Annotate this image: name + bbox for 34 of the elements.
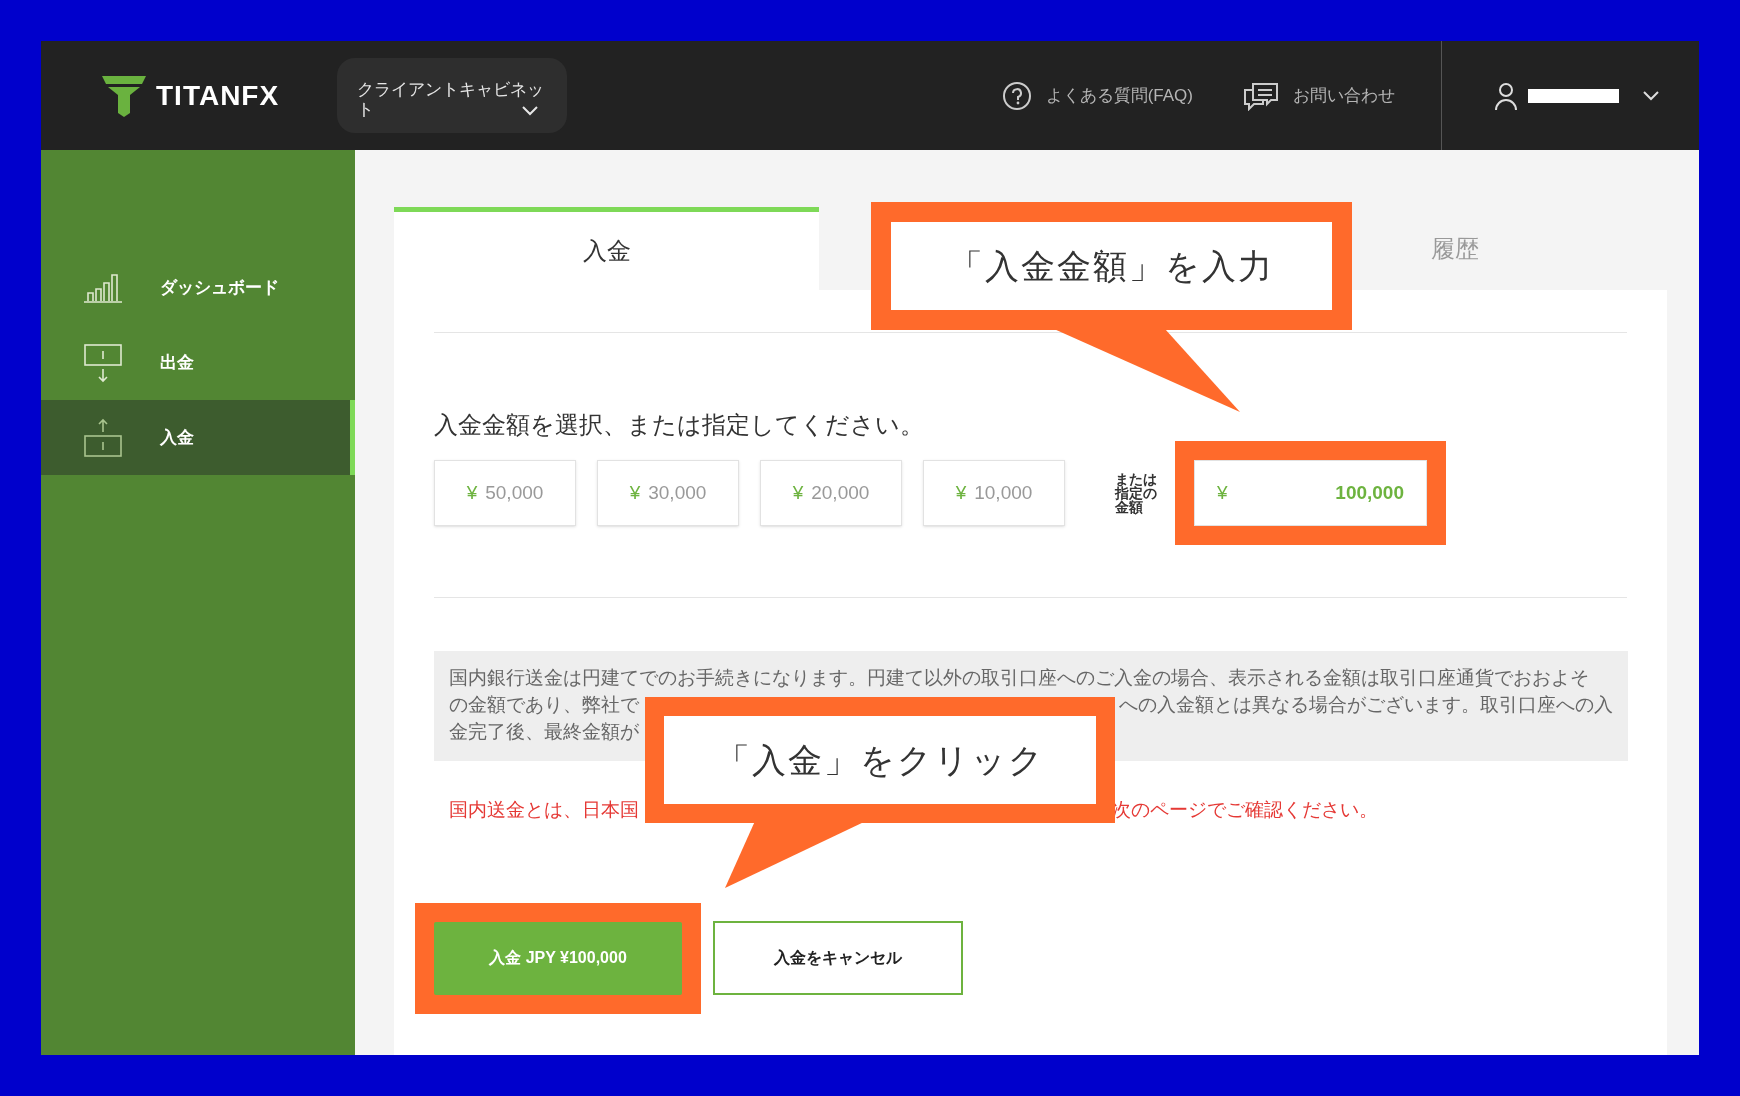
callout-text: 「入金」をクリック <box>664 716 1096 804</box>
user-menu[interactable] <box>1494 80 1659 111</box>
amount-button[interactable]: ¥ 10,000 <box>923 460 1065 526</box>
banknote-arrow-down-icon <box>83 342 123 383</box>
cancel-button[interactable]: 入金をキャンセル <box>713 921 963 996</box>
contact-link[interactable]: お問い合わせ <box>1243 80 1395 111</box>
amount-button[interactable]: ¥ 20,000 <box>760 460 902 526</box>
sidebar-item[interactable]: ダッシュボード <box>41 250 355 325</box>
chat-icon <box>1243 80 1279 111</box>
custom-amount-label: または指定の金額 <box>1115 472 1158 514</box>
notice-text: の金額であり、弊社で <box>449 693 639 717</box>
tab[interactable]: 入金 <box>394 207 819 290</box>
banknote-arrow-up-icon <box>83 417 123 458</box>
chevron-icon <box>1643 90 1659 101</box>
user-icon <box>1494 80 1518 111</box>
deposit-button[interactable]: 入金 JPY ¥100,000 <box>434 921 682 995</box>
shield-icon <box>100 73 148 118</box>
cabinet-dropdown[interactable]: クライアントキャビネット <box>337 58 568 133</box>
tab[interactable]: 履歴 <box>1421 207 1489 290</box>
sidebar-item[interactable]: 出金 <box>41 325 355 400</box>
faq-link[interactable]: よくある質問(FAQ) <box>1001 80 1193 111</box>
amount-button[interactable]: ¥ 30,000 <box>597 460 739 526</box>
amount-input[interactable]: ¥ 100,000 <box>1194 460 1427 526</box>
chevron-icon <box>522 106 539 116</box>
notice-text: 国内銀行送金は円建てでのお手続きになります。円建て以外の取引口座へのご入金の場合、表示される金額は取引口座通貨でおおよそ <box>449 666 1589 690</box>
help-icon <box>1001 80 1032 111</box>
amount-button[interactable]: ¥ 50,000 <box>434 460 576 526</box>
warning-text: 国内送金とは、日本国 <box>449 798 639 822</box>
instruction-text: 入金金額を選択、または指定してください。 <box>434 410 925 440</box>
notice-text: への入金額とは異なる場合がございます。取引口座への入 <box>1119 693 1613 717</box>
sidebar-item[interactable]: 入金 <box>41 400 355 475</box>
callout-text: 「入金金額」を入力 <box>891 222 1332 310</box>
logo-text: TITANFX <box>156 78 280 113</box>
notice-text: 金完了後、最終金額が <box>449 720 639 744</box>
